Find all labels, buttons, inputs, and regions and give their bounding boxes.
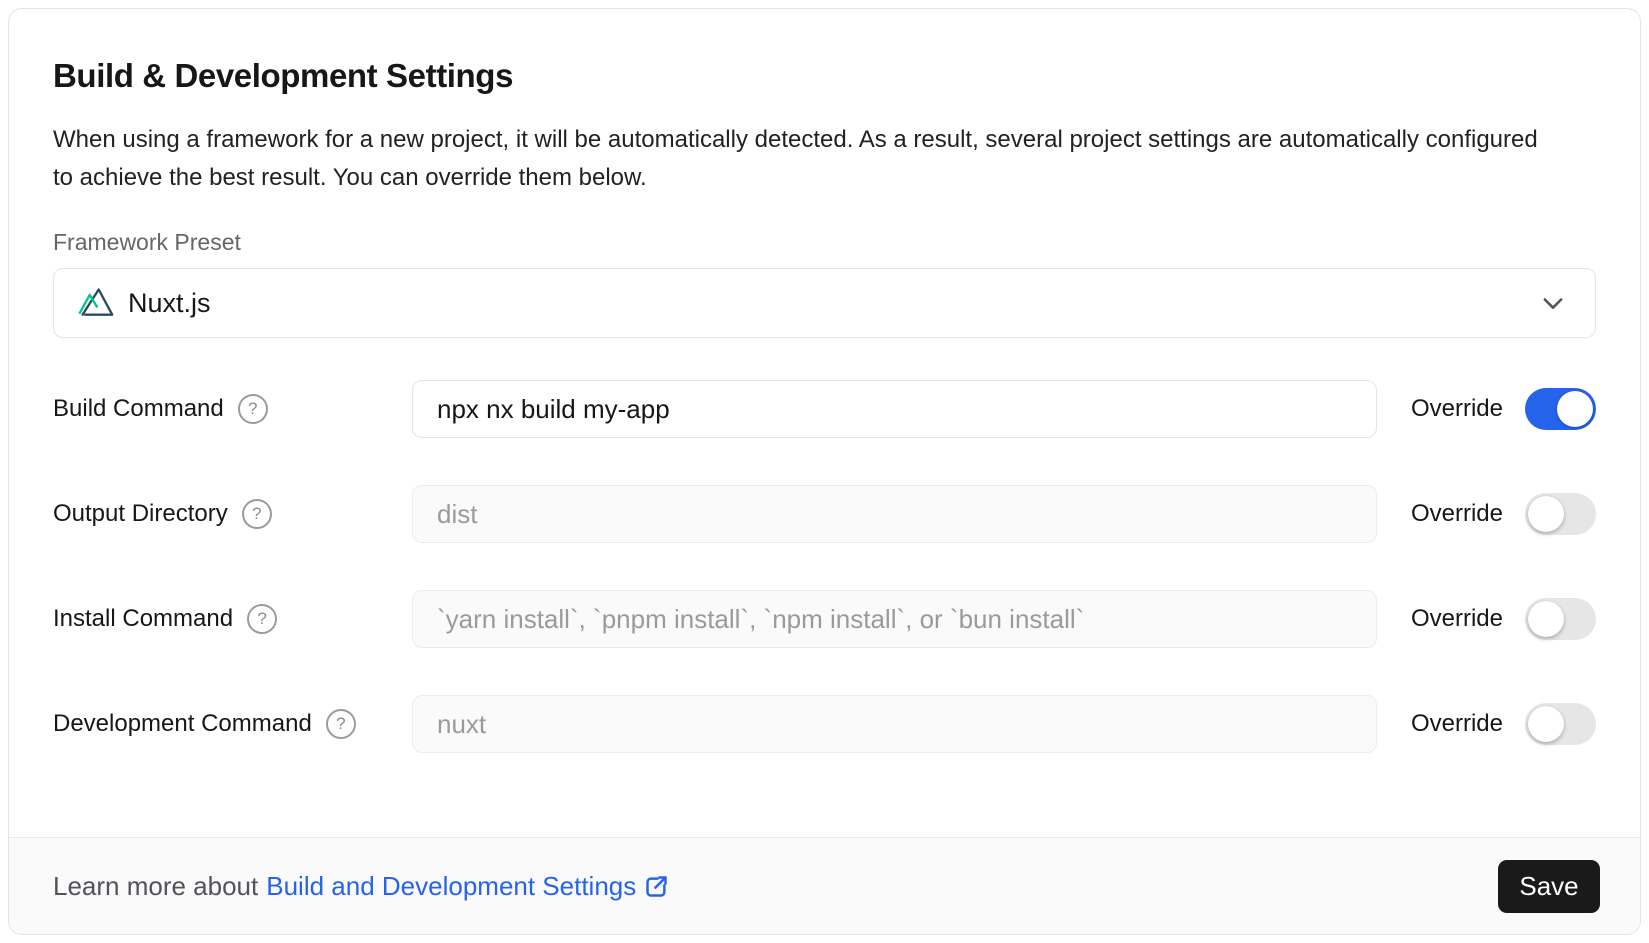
- section-description: When using a framework for a new project…: [53, 121, 1553, 197]
- output-directory-input: [412, 485, 1377, 543]
- output-directory-label-group: Output Directory ?: [53, 499, 412, 529]
- override-label: Override: [1411, 710, 1503, 738]
- override-label: Override: [1411, 395, 1503, 423]
- toggle-knob: [1528, 496, 1564, 532]
- help-icon[interactable]: ?: [242, 499, 272, 529]
- toggle-knob: [1557, 391, 1593, 427]
- override-label: Override: [1411, 500, 1503, 528]
- toggle-knob: [1528, 601, 1564, 637]
- install-command-label-group: Install Command ?: [53, 604, 412, 634]
- install-command-override: Override: [1377, 598, 1596, 640]
- install-command-row: Install Command ? Override: [53, 590, 1596, 648]
- external-link-icon: [643, 873, 670, 900]
- output-directory-label: Output Directory: [53, 500, 228, 528]
- build-command-label: Build Command: [53, 395, 224, 423]
- output-directory-row: Output Directory ? Override: [53, 485, 1596, 543]
- build-command-row: Build Command ? Override: [53, 380, 1596, 438]
- build-command-override-toggle[interactable]: [1525, 388, 1596, 430]
- output-directory-override: Override: [1377, 493, 1596, 535]
- help-icon[interactable]: ?: [238, 394, 268, 424]
- save-button[interactable]: Save: [1498, 860, 1600, 913]
- framework-preset-select[interactable]: Nuxt.js: [53, 268, 1596, 338]
- build-command-input[interactable]: [412, 380, 1377, 438]
- install-command-label: Install Command: [53, 605, 233, 633]
- build-command-override: Override: [1377, 388, 1596, 430]
- development-command-input: [412, 695, 1377, 753]
- install-command-override-toggle[interactable]: [1525, 598, 1596, 640]
- development-command-override-toggle[interactable]: [1525, 703, 1596, 745]
- learn-more-prefix: Learn more about: [53, 871, 258, 902]
- help-icon[interactable]: ?: [326, 709, 356, 739]
- development-command-row: Development Command ? Override: [53, 695, 1596, 753]
- learn-more-text: Learn more about Build and Development S…: [53, 871, 670, 902]
- build-settings-card: Build & Development Settings When using …: [8, 8, 1641, 935]
- override-label: Override: [1411, 605, 1503, 633]
- chevron-down-icon: [1539, 289, 1567, 317]
- settings-rows: Build Command ? Override Output Director…: [53, 380, 1596, 753]
- help-icon[interactable]: ?: [247, 604, 277, 634]
- output-directory-override-toggle[interactable]: [1525, 493, 1596, 535]
- framework-preset-label: Framework Preset: [53, 229, 1596, 256]
- build-command-label-group: Build Command ?: [53, 394, 412, 424]
- development-command-label-group: Development Command ?: [53, 709, 412, 739]
- install-command-input: [412, 590, 1377, 648]
- development-command-label: Development Command: [53, 710, 312, 738]
- card-footer: Learn more about Build and Development S…: [9, 837, 1640, 934]
- development-command-override: Override: [1377, 703, 1596, 745]
- build-settings-docs-link[interactable]: Build and Development Settings: [266, 871, 670, 902]
- nuxt-logo-icon: [78, 285, 114, 321]
- toggle-knob: [1528, 706, 1564, 742]
- card-main: Build & Development Settings When using …: [9, 9, 1640, 837]
- framework-preset-value: Nuxt.js: [128, 288, 211, 319]
- link-text: Build and Development Settings: [266, 871, 636, 902]
- page-title: Build & Development Settings: [53, 57, 1596, 95]
